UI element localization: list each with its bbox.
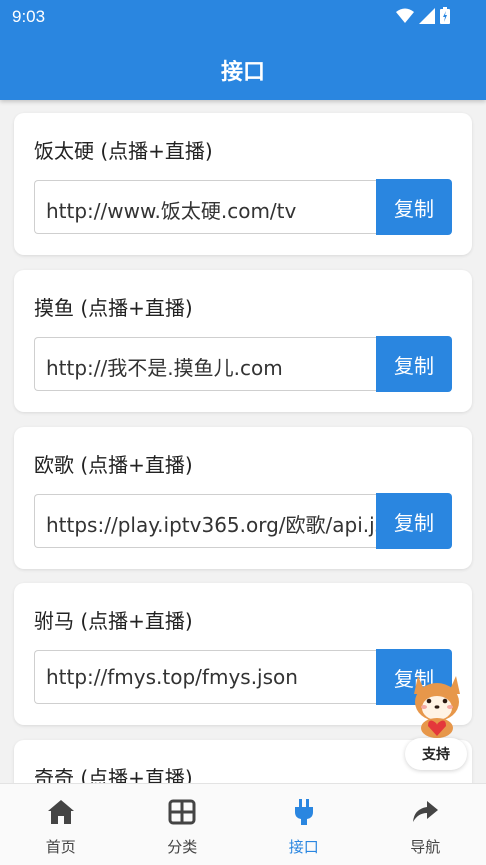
copy-button[interactable]: 复制 [376, 493, 452, 549]
card-title: 驸马 (点播+直播) [34, 605, 193, 634]
tab-label: 首页 [0, 836, 122, 857]
url-text: http://www.饭太硬.com/tv [46, 195, 296, 224]
interface-card: 饭太硬 (点播+直播) http://www.饭太硬.com/tv 复制 [14, 113, 472, 255]
app-header: 9:03 接口 [0, 0, 486, 100]
share-arrow-icon [410, 798, 440, 826]
card-title: 欧歌 (点播+直播) [34, 449, 193, 478]
interface-card: 欧歌 (点播+直播) https://play.iptv365.org/欧歌/a… [14, 427, 472, 569]
copy-button[interactable]: 复制 [376, 336, 452, 392]
battery-icon [440, 7, 450, 24]
support-floating-button[interactable]: 支持 [402, 668, 472, 772]
plug-icon [289, 798, 319, 826]
url-field[interactable]: http://fmys.top/fmys.json [34, 650, 376, 704]
status-icons [396, 7, 450, 24]
card-title: 摸鱼 (点播+直播) [34, 292, 193, 321]
url-text: https://play.iptv365.org/欧歌/api.json [46, 509, 376, 538]
signal-icon [419, 8, 435, 24]
tab-label: 导航 [365, 836, 486, 857]
grid-icon [167, 798, 197, 826]
url-field[interactable]: https://play.iptv365.org/欧歌/api.json [34, 494, 376, 548]
home-icon [46, 798, 76, 826]
url-field[interactable]: http://我不是.摸鱼儿.com [34, 337, 376, 391]
card-title: 饭太硬 (点播+直播) [34, 135, 213, 164]
page-title: 接口 [0, 54, 486, 86]
status-time: 9:03 [12, 7, 45, 27]
bottom-nav: 首页 分类 接口 导航 [0, 783, 486, 865]
tab-category[interactable]: 分类 [122, 784, 244, 865]
url-text: http://我不是.摸鱼儿.com [46, 352, 283, 381]
url-text: http://fmys.top/fmys.json [46, 665, 298, 689]
tab-label: 分类 [122, 836, 244, 857]
url-field[interactable]: http://www.饭太硬.com/tv [34, 180, 376, 234]
support-label: 支持 [405, 738, 467, 770]
tab-navigation[interactable]: 导航 [365, 784, 486, 865]
tab-label: 接口 [243, 836, 365, 857]
card-title: 奇奇 (点播+直播) [34, 762, 193, 783]
interface-card: 摸鱼 (点播+直播) http://我不是.摸鱼儿.com 复制 [14, 270, 472, 412]
wifi-icon [396, 8, 414, 24]
tab-interface[interactable]: 接口 [243, 784, 365, 865]
copy-button[interactable]: 复制 [376, 179, 452, 235]
shiba-dog-icon [406, 668, 468, 738]
tab-home[interactable]: 首页 [0, 784, 122, 865]
